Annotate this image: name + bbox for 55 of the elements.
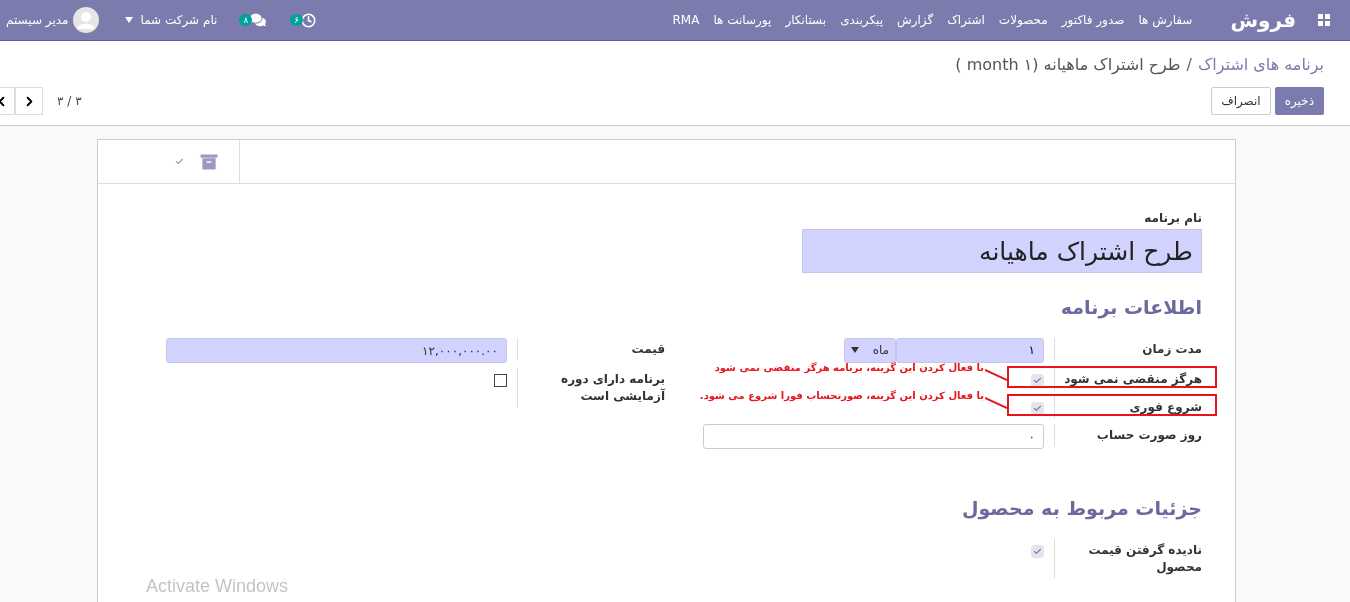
- menu-item[interactable]: پیکربندی: [840, 11, 883, 29]
- breadcrumb-separator: /: [1186, 54, 1192, 76]
- user-menu[interactable]: مدیر سیستم: [6, 7, 99, 33]
- field-label: نادیده گرفتن قیمت محصول: [1054, 538, 1202, 579]
- section-title: جزئیات مربوط به محصول: [960, 496, 1202, 522]
- app-brand[interactable]: فروش: [1230, 5, 1296, 35]
- notification-badge: ۶: [290, 14, 304, 26]
- annotation-text: با فعال کردن این گزینه، برنامه هرگز منقضی نمی شود: [714, 360, 984, 375]
- check-icon: [1033, 375, 1042, 385]
- checkbox[interactable]: [1031, 373, 1044, 387]
- checkbox[interactable]: [494, 374, 507, 387]
- field-label: هرگز منقضی نمی شود: [1054, 367, 1202, 391]
- company-dropdown[interactable]: نام شرکت شما: [124, 11, 218, 29]
- field-label: شروع فوری: [1054, 395, 1202, 419]
- menu-item[interactable]: گزارش: [897, 11, 934, 29]
- menu-item[interactable]: بستانکار: [785, 11, 827, 29]
- apps-grid-icon[interactable]: [1318, 14, 1330, 26]
- notification-badge: ۸: [239, 14, 253, 26]
- menu-item[interactable]: پورسانت ها: [713, 11, 772, 29]
- check-icon: [1033, 403, 1042, 413]
- unit-select[interactable]: ماه: [844, 337, 896, 363]
- field-label: قیمت: [517, 337, 665, 361]
- checkbox[interactable]: [1031, 401, 1044, 415]
- breadcrumb-link[interactable]: برنامه های اشتراک: [1197, 53, 1324, 77]
- os-watermark: Activate Windows: [146, 575, 289, 598]
- annotation-text: با فعال کردن این گزینه، صورتحساب فورا شروع می شود.: [699, 388, 984, 403]
- checkbox[interactable]: [1031, 544, 1044, 558]
- leader-line: [985, 395, 1007, 410]
- section-title: اطلاعات برنامه: [1059, 295, 1202, 321]
- text-field[interactable]: ۱۲,۰۰۰,۰۰۰.۰۰: [166, 338, 507, 363]
- save-button[interactable]: ذخیره: [1274, 87, 1324, 115]
- caret-down-icon: [124, 17, 133, 23]
- avatar-icon: [72, 7, 99, 33]
- clock-icon[interactable]: [301, 12, 317, 28]
- menu-item[interactable]: محصولات: [998, 11, 1048, 29]
- pager-counter: ۳ / ۳: [57, 93, 82, 110]
- menu-item[interactable]: اشتراک: [947, 11, 985, 29]
- discard-button[interactable]: انصراف: [1211, 87, 1271, 115]
- pager-next-button[interactable]: [15, 87, 43, 115]
- menu-item[interactable]: RMA: [672, 11, 700, 29]
- duration-field[interactable]: ۱: [896, 337, 1044, 363]
- caret-down-icon: [851, 347, 859, 353]
- record-title: طرح اشتراک ماهیانه (۱ month ): [955, 54, 1181, 77]
- text-field[interactable]: ۰: [703, 424, 1044, 449]
- menu-item[interactable]: سفارش ها: [1138, 11, 1193, 29]
- menu-item[interactable]: صدور فاکتور: [1061, 11, 1125, 29]
- chat-icon[interactable]: [250, 12, 267, 28]
- field-label: مدت زمان: [1054, 337, 1202, 361]
- name-field[interactable]: طرح اشتراک ماهیانه: [802, 229, 1202, 273]
- field-label: نام برنامه: [1143, 210, 1202, 227]
- field-label: برنامه دارای دوره آزمایشی است: [517, 368, 665, 408]
- field-label: روز صورت حساب: [1054, 423, 1202, 447]
- check-icon: [175, 157, 184, 166]
- leader-line: [985, 367, 1007, 382]
- check-icon: [1033, 546, 1042, 556]
